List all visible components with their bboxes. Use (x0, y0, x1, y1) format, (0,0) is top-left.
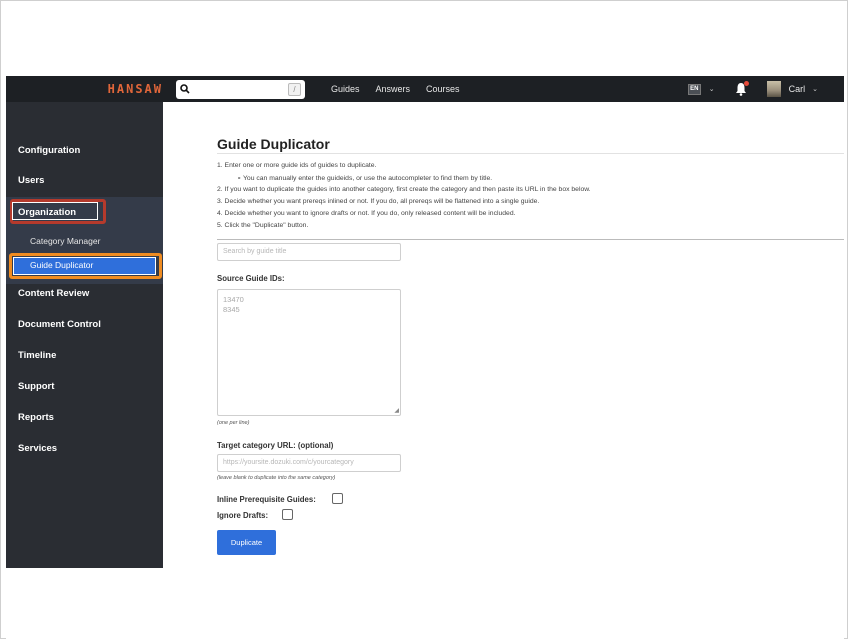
title-divider (217, 153, 844, 154)
inline-prereqs-checkbox[interactable] (332, 493, 343, 504)
bottom-margin (6, 568, 844, 639)
sidebar-item-content-review[interactable]: Content Review (18, 288, 89, 299)
guide-search-input[interactable]: Search by guide title (217, 243, 401, 261)
instruction-line: ∘ You can manually enter the guideids, o… (237, 175, 493, 182)
target-url-hint: (leave blank to duplicate into the same … (217, 475, 336, 481)
sidebar-item-services[interactable]: Services (18, 443, 57, 454)
screenshot-frame: HANSAW / Guides Answers Courses EN ⌄ Car… (0, 0, 848, 639)
instruction-line: 1. Enter one or more guide ids of guides… (217, 162, 377, 169)
source-ids-values: 13470 8345 (223, 295, 244, 315)
sidebar-item-document-control[interactable]: Document Control (18, 319, 101, 330)
notification-dot (743, 81, 749, 86)
instruction-line: 2. If you want to duplicate the guides i… (217, 186, 591, 193)
nav-link-courses[interactable]: Courses (426, 84, 460, 94)
source-ids-hint: (one per line) (217, 420, 250, 426)
sidebar-subitem-guide-duplicator[interactable]: Guide Duplicator (30, 260, 93, 270)
nav-link-answers[interactable]: Answers (376, 84, 411, 94)
instruction-line: 3. Decide whether you want prereqs inlin… (217, 198, 540, 205)
sidebar-item-reports[interactable]: Reports (18, 412, 54, 423)
source-ids-textarea[interactable]: 13470 8345 ◢ (217, 289, 401, 416)
sidebar-item-users[interactable]: Users (18, 175, 44, 186)
ignore-drafts-label: Ignore Drafts: (217, 511, 269, 520)
instructions-divider (217, 239, 844, 240)
source-id-value: 8345 (223, 305, 240, 314)
search-icon (180, 83, 190, 94)
search-shortcut-badge: / (288, 82, 301, 96)
page-title: Guide Duplicator (217, 136, 330, 152)
inline-prereqs-label: Inline Prerequisite Guides: (217, 495, 316, 504)
sidebar-item-configuration[interactable]: Configuration (18, 145, 80, 156)
language-chevron-down-icon[interactable]: ⌄ (709, 85, 715, 93)
source-ids-label: Source Guide IDs: (217, 274, 285, 283)
nav-link-guides[interactable]: Guides (331, 84, 360, 94)
brand-logo[interactable]: HANSAW (6, 82, 171, 96)
sidebar-item-timeline[interactable]: Timeline (18, 350, 56, 361)
ignore-drafts-checkbox[interactable] (282, 509, 293, 520)
top-navbar: HANSAW / Guides Answers Courses EN ⌄ Car… (6, 76, 844, 102)
top-margin (6, 1, 844, 76)
sidebar: Configuration Users Organization Categor… (6, 102, 163, 568)
instruction-line: 5. Click the "Duplicate" button. (217, 222, 309, 229)
source-id-value: 13470 (223, 295, 244, 304)
main-content: Guide Duplicator 1. Enter one or more gu… (163, 102, 844, 568)
user-name[interactable]: Carl (789, 84, 806, 94)
navbar-right: EN ⌄ Carl ⌄ (687, 76, 844, 102)
sidebar-subitem-category-manager[interactable]: Category Manager (30, 236, 100, 246)
search-input[interactable]: / (176, 79, 305, 99)
user-chevron-down-icon[interactable]: ⌄ (812, 85, 818, 93)
target-url-input[interactable]: https://yoursite.dozuki.com/c/yourcatego… (217, 454, 401, 472)
avatar[interactable] (766, 81, 781, 97)
notification-bell-icon[interactable] (735, 81, 749, 96)
resize-grip-icon[interactable]: ◢ (394, 407, 399, 414)
sidebar-item-organization[interactable]: Organization (18, 207, 76, 218)
duplicate-button[interactable]: Duplicate (217, 530, 276, 555)
target-url-label: Target category URL: (optional) (217, 441, 334, 450)
instruction-line: 4. Decide whether you want to ignore dra… (217, 210, 516, 217)
language-flag-icon[interactable]: EN (687, 83, 701, 95)
sidebar-item-support[interactable]: Support (18, 381, 54, 392)
